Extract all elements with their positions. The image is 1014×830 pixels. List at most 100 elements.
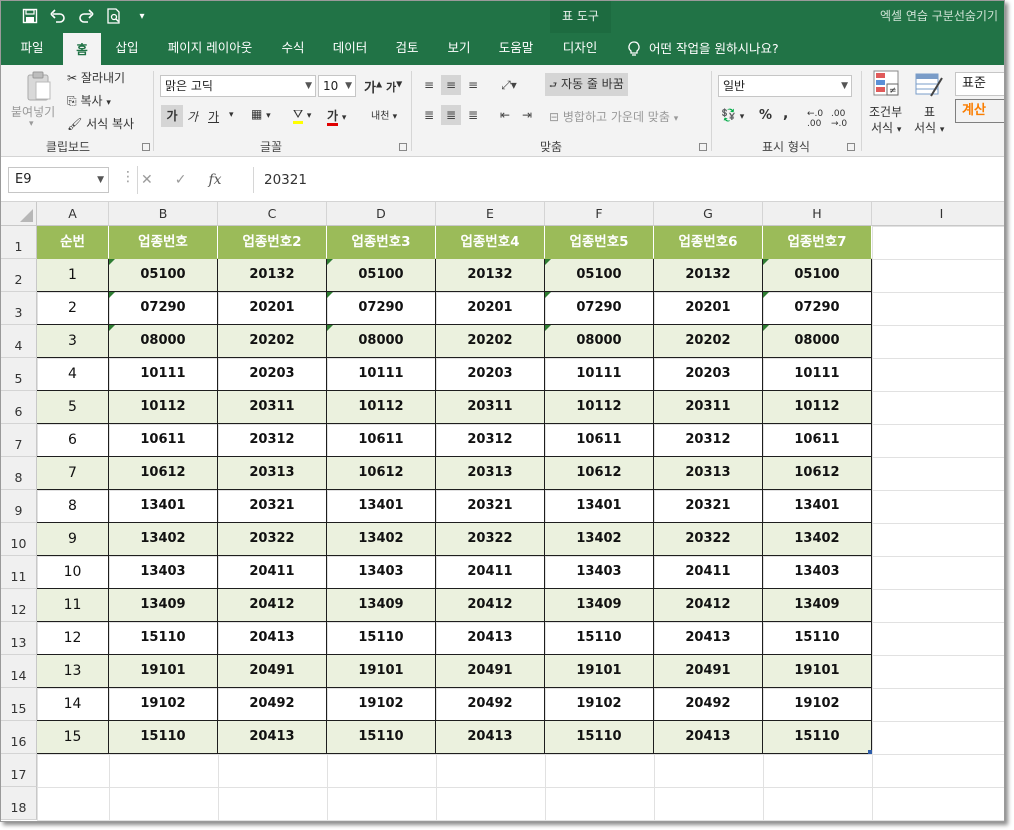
table-cell[interactable]: 11: [37, 589, 109, 622]
table-header-cell[interactable]: 순번: [37, 226, 109, 259]
table-cell[interactable]: 13403: [327, 556, 436, 589]
table-cell[interactable]: 13401: [763, 490, 872, 523]
table-cell[interactable]: 4: [37, 358, 109, 391]
table-cell[interactable]: 20491: [654, 655, 763, 688]
row-header-12[interactable]: 12: [1, 589, 37, 622]
table-cell[interactable]: 20132: [654, 259, 763, 292]
table-cell[interactable]: 15110: [327, 622, 436, 655]
align-top-icon[interactable]: ≡: [419, 75, 439, 95]
table-cell[interactable]: 20412: [654, 589, 763, 622]
table-cell[interactable]: 13: [37, 655, 109, 688]
tab-data[interactable]: 데이터: [325, 33, 375, 65]
column-header-h[interactable]: H: [763, 202, 872, 226]
table-cell[interactable]: 20313: [436, 457, 545, 490]
table-cell[interactable]: 20311: [218, 391, 327, 424]
copy-dropdown-icon[interactable]: ▾: [106, 98, 111, 108]
row-header-15[interactable]: 15: [1, 688, 37, 721]
table-cell[interactable]: 13409: [327, 589, 436, 622]
row-header-2[interactable]: 2: [1, 259, 37, 292]
number-as-text-indicator[interactable]: [109, 292, 115, 298]
increase-decimal-icon[interactable]: ←.0.00: [807, 109, 823, 129]
table-cell[interactable]: 8: [37, 490, 109, 523]
tab-help[interactable]: 도움말: [491, 33, 541, 65]
fill-color-button[interactable]: ⛛ ▾: [293, 107, 311, 124]
table-cell[interactable]: 13403: [763, 556, 872, 589]
number-as-text-indicator[interactable]: [327, 259, 333, 265]
column-header-i[interactable]: I: [872, 202, 1004, 226]
alignment-launcher-icon[interactable]: [699, 143, 707, 151]
align-right-icon[interactable]: ≣: [463, 105, 483, 125]
row-header-4[interactable]: 4: [1, 325, 37, 358]
table-cell[interactable]: 20132: [218, 259, 327, 292]
table-cell[interactable]: 13409: [545, 589, 654, 622]
align-left-icon[interactable]: ≣: [419, 105, 439, 125]
table-cell[interactable]: 20492: [218, 688, 327, 721]
format-painter-button[interactable]: 🖌 서식 복사: [67, 115, 134, 132]
row-header-3[interactable]: 3: [1, 292, 37, 325]
tab-home[interactable]: 홈: [63, 33, 101, 65]
table-cell[interactable]: 19102: [763, 688, 872, 721]
table-cell[interactable]: 20413: [218, 721, 327, 754]
table-cell[interactable]: 9: [37, 523, 109, 556]
table-header-cell[interactable]: 업종번호6: [654, 226, 763, 259]
percent-button[interactable]: %: [759, 108, 772, 123]
align-middle-icon[interactable]: ≡: [441, 75, 461, 95]
name-box[interactable]: E9 ▼: [8, 167, 109, 193]
table-cell[interactable]: 12: [37, 622, 109, 655]
tab-design[interactable]: 디자인: [554, 33, 606, 65]
table-cell[interactable]: 15110: [763, 721, 872, 754]
column-header-c[interactable]: C: [218, 202, 327, 226]
table-cell[interactable]: 19102: [109, 688, 218, 721]
column-header-e[interactable]: E: [436, 202, 545, 226]
font-name-dropdown[interactable]: 맑은 고딕 ▼: [160, 75, 316, 97]
conditional-formatting-icon[interactable]: ≠: [873, 69, 901, 101]
table-cell[interactable]: 05100: [545, 259, 654, 292]
table-cell[interactable]: 10612: [327, 457, 436, 490]
table-cell[interactable]: 19101: [545, 655, 654, 688]
number-format-dropdown[interactable]: 일반 ▼: [718, 75, 852, 97]
underline-dropdown-icon[interactable]: ▾: [229, 110, 234, 120]
table-cell[interactable]: 10111: [763, 358, 872, 391]
table-cell[interactable]: 13401: [545, 490, 654, 523]
table-header-cell[interactable]: 업종번호3: [327, 226, 436, 259]
insert-function-icon[interactable]: fx: [208, 172, 221, 188]
align-center-icon[interactable]: ≣: [441, 105, 461, 125]
bold-button[interactable]: 가: [161, 105, 183, 127]
copy-button[interactable]: ⎘ 복사 ▾: [67, 92, 111, 109]
number-as-text-indicator[interactable]: [327, 292, 333, 298]
table-cell[interactable]: 20201: [218, 292, 327, 325]
table-cell[interactable]: 20412: [436, 589, 545, 622]
border-button[interactable]: ▦ ▾: [251, 107, 271, 121]
table-cell[interactable]: 20491: [436, 655, 545, 688]
conditional-formatting-label[interactable]: 조건부: [869, 103, 902, 120]
number-as-text-indicator[interactable]: [545, 259, 551, 265]
font-size-dropdown[interactable]: 10 ▼: [318, 75, 356, 97]
table-cell[interactable]: 10112: [545, 391, 654, 424]
table-cell[interactable]: 20322: [654, 523, 763, 556]
number-as-text-indicator[interactable]: [763, 259, 769, 265]
row-header-7[interactable]: 7: [1, 424, 37, 457]
tab-view[interactable]: 보기: [439, 33, 479, 65]
number-as-text-indicator[interactable]: [545, 292, 551, 298]
table-cell[interactable]: 20203: [218, 358, 327, 391]
align-bottom-icon[interactable]: ≡: [463, 75, 483, 95]
table-cell[interactable]: 13401: [109, 490, 218, 523]
table-cell[interactable]: 20413: [436, 721, 545, 754]
style-calculation[interactable]: 계산: [955, 99, 1004, 123]
table-cell[interactable]: 10112: [327, 391, 436, 424]
table-cell[interactable]: 08000: [327, 325, 436, 358]
number-as-text-indicator[interactable]: [109, 259, 115, 265]
table-cell[interactable]: 20201: [436, 292, 545, 325]
table-cell[interactable]: 08000: [545, 325, 654, 358]
formula-input[interactable]: 20321: [253, 167, 1004, 193]
redo-icon[interactable]: [75, 5, 97, 27]
clipboard-launcher-icon[interactable]: [142, 143, 150, 151]
italic-button[interactable]: 가: [187, 108, 198, 125]
increase-indent-icon[interactable]: ⇥: [517, 105, 537, 125]
table-cell[interactable]: 20203: [436, 358, 545, 391]
row-header-6[interactable]: 6: [1, 391, 37, 424]
table-cell[interactable]: 05100: [109, 259, 218, 292]
table-cell[interactable]: 15110: [327, 721, 436, 754]
table-cell[interactable]: 15110: [109, 622, 218, 655]
row-header-18[interactable]: 18: [1, 787, 37, 820]
